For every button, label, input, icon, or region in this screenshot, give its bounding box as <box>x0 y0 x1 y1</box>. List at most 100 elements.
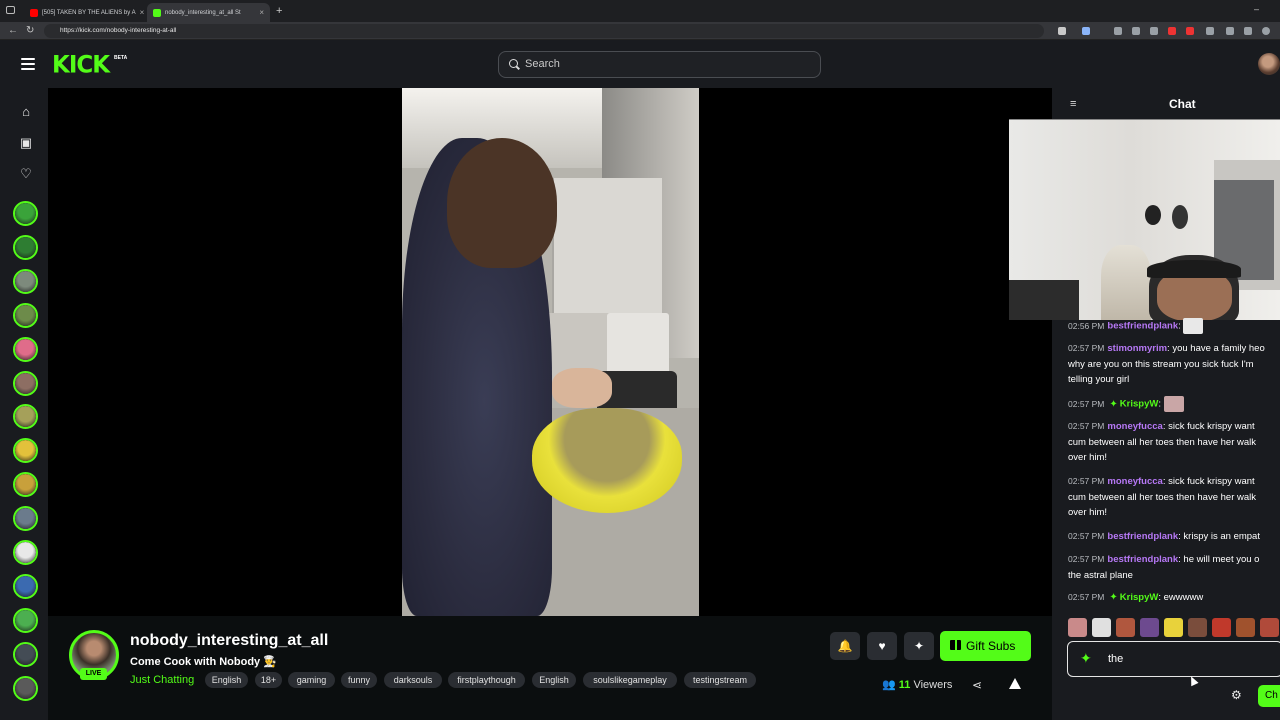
tab-title: [505] TAKEN BY THE ALIENS by A <box>42 9 136 16</box>
report-icon[interactable] <box>1009 678 1021 689</box>
emote-icon[interactable] <box>1260 618 1279 637</box>
chat-message: 02:56 PM bestfriendplank: <box>1068 318 1280 334</box>
heart-icon: ♥ <box>878 639 886 653</box>
chat-send-button[interactable]: Ch <box>1258 685 1280 707</box>
tab-title: nobody_interesting_at_all St <box>165 9 241 16</box>
minimize-icon[interactable]: – <box>1254 4 1259 14</box>
emote-icon[interactable] <box>1236 618 1255 637</box>
following-icon[interactable]: ♡ <box>18 166 34 182</box>
tab-menu-icon[interactable] <box>6 6 15 14</box>
message-username[interactable]: bestfriendplank <box>1107 321 1178 332</box>
hamburger-menu-icon[interactable] <box>21 58 35 73</box>
tag-chip[interactable]: gaming <box>288 672 335 688</box>
stream-title: Come Cook with Nobody 👨‍🍳 <box>130 656 277 668</box>
followed-channel-avatar[interactable] <box>13 607 38 633</box>
message-timestamp: 02:57 PM <box>1068 476 1105 486</box>
followed-channel-avatar[interactable] <box>13 336 38 362</box>
extension-icon[interactable] <box>1226 27 1234 35</box>
message-username[interactable]: moneyfucca <box>1107 476 1162 487</box>
emote-icon[interactable] <box>1116 618 1135 637</box>
reload-icon[interactable]: ↻ <box>26 25 34 37</box>
share-icon[interactable]: ⋖ <box>972 678 982 692</box>
chat-input[interactable]: the <box>1067 641 1280 677</box>
message-username[interactable]: KrispyW <box>1120 592 1159 603</box>
message-timestamp: 02:57 PM <box>1068 421 1105 431</box>
category-link[interactable]: Just Chatting <box>130 674 194 686</box>
emote-icon[interactable] <box>1164 618 1183 637</box>
tag-chip[interactable]: English <box>532 672 576 688</box>
followed-channel-avatar[interactable] <box>13 675 38 701</box>
extension-icon[interactable] <box>1244 27 1252 35</box>
extension-icon[interactable] <box>1206 27 1214 35</box>
message-text: krispy is an empat <box>1183 531 1260 542</box>
message-username[interactable]: KrispyW <box>1120 399 1159 410</box>
followed-channel-avatar[interactable] <box>13 234 38 260</box>
followed-channel-avatar[interactable] <box>13 370 38 396</box>
message-timestamp: 02:57 PM <box>1068 592 1105 602</box>
tag-chip[interactable]: testingstream <box>684 672 756 688</box>
message-timestamp: 02:57 PM <box>1068 343 1105 353</box>
chat-message: 02:57 PM ✦ KrispyW: ewwwww <box>1068 590 1280 606</box>
extension-icon[interactable] <box>1058 27 1066 35</box>
collapse-chat-icon[interactable]: ≡ <box>1070 98 1076 110</box>
emote-icon[interactable] <box>1140 618 1159 637</box>
tag-chip[interactable]: funny <box>341 672 377 688</box>
message-text: telling your girl <box>1068 374 1130 385</box>
message-username[interactable]: bestfriendplank <box>1107 531 1178 542</box>
user-avatar[interactable] <box>1258 53 1280 75</box>
sparkle-icon: ✦ <box>913 639 925 653</box>
followed-channel-avatar[interactable] <box>13 268 38 294</box>
search-icon <box>509 59 518 68</box>
tag-chip[interactable]: firstplaythough <box>448 672 525 688</box>
streamer-name[interactable]: nobody_interesting_at_all <box>130 632 328 650</box>
followed-channel-avatar[interactable] <box>13 201 38 226</box>
emote-icon[interactable] <box>1188 618 1207 637</box>
badge-icon: ✦ <box>1109 592 1118 603</box>
tag-chip[interactable]: darksouls <box>384 672 442 688</box>
back-icon[interactable]: ← <box>8 25 18 37</box>
tag-chip[interactable]: English <box>205 672 248 688</box>
extension-icon[interactable] <box>1082 27 1090 35</box>
message-text: you have a family heo <box>1172 343 1265 354</box>
emote-icon[interactable] <box>1092 618 1111 637</box>
new-tab-button[interactable]: + <box>276 5 282 17</box>
extension-icon[interactable] <box>1186 27 1194 35</box>
followed-channel-avatar[interactable] <box>13 506 38 532</box>
notification-bell-button[interactable]: 🔔 <box>830 632 860 660</box>
message-username[interactable]: stimonmyrim <box>1107 343 1167 354</box>
followed-channel-avatar[interactable] <box>13 540 38 565</box>
followed-channel-avatar[interactable] <box>13 573 38 599</box>
search-input[interactable]: Search <box>498 51 821 78</box>
profile-icon[interactable] <box>1262 27 1270 35</box>
message-timestamp: 02:56 PM <box>1068 320 1105 331</box>
tag-chip[interactable]: 18+ <box>255 672 282 688</box>
close-icon[interactable]: × <box>259 8 264 17</box>
message-username[interactable]: moneyfucca <box>1107 421 1162 432</box>
followed-channel-avatar[interactable] <box>13 641 38 667</box>
browser-tab-youtube[interactable]: [505] TAKEN BY THE ALIENS by A × <box>24 3 146 22</box>
emote-icon[interactable] <box>1068 618 1087 637</box>
emote-icon[interactable] <box>1212 618 1231 637</box>
extension-icon[interactable] <box>1168 27 1176 35</box>
extension-icon[interactable] <box>1114 27 1122 35</box>
close-icon[interactable]: × <box>140 8 145 17</box>
message-text: cum between all her toes then have her w… <box>1068 491 1256 503</box>
extension-icon[interactable] <box>1150 27 1158 35</box>
followed-channel-avatar[interactable] <box>13 302 38 328</box>
follow-button[interactable]: ♥ <box>867 632 897 660</box>
browse-icon[interactable]: ▣ <box>18 135 34 151</box>
chat-message: 02:57 PM moneyfucca: sick fuck krispy wan… <box>1068 421 1256 463</box>
home-icon[interactable]: ⌂ <box>18 104 34 120</box>
message-username[interactable]: bestfriendplank <box>1107 554 1178 565</box>
video-frame[interactable] <box>402 88 699 616</box>
message-timestamp: 02:57 PM <box>1068 398 1105 409</box>
url-field[interactable]: https://kick.com/nobody-interesting-at-a… <box>44 24 1044 38</box>
clip-button[interactable]: ✦ <box>904 632 934 660</box>
gear-icon[interactable]: ⚙ <box>1231 688 1242 702</box>
sparkle-icon[interactable]: ✦ <box>1080 650 1092 667</box>
browser-tab-kick[interactable]: nobody_interesting_at_all St × <box>147 3 270 22</box>
kick-logo[interactable]: KICK <box>52 51 110 78</box>
extension-icon[interactable] <box>1132 27 1140 35</box>
tag-chip[interactable]: soulslikegameplay <box>583 672 677 688</box>
message-text: cum between all her toes then have her w… <box>1068 436 1256 448</box>
